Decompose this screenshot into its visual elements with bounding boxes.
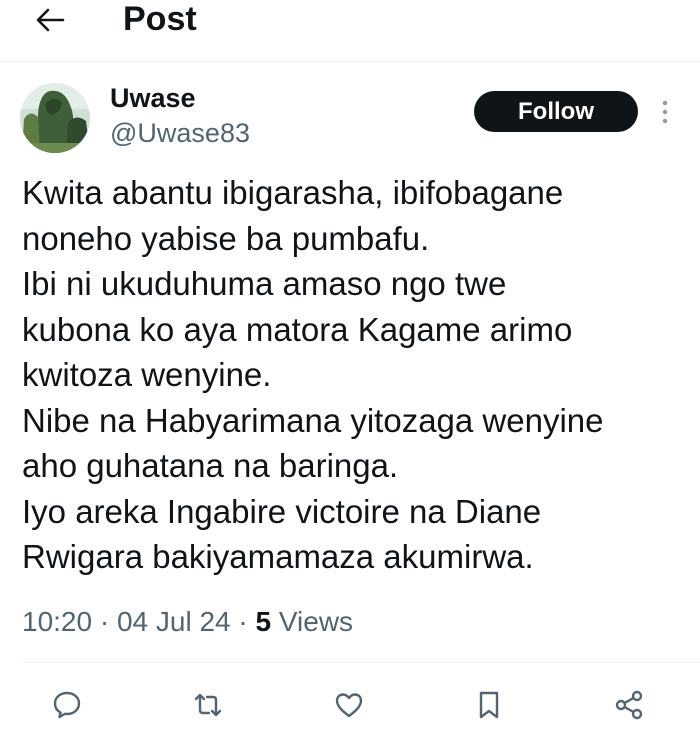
repost-icon[interactable] <box>190 687 226 723</box>
views-label[interactable]: Views <box>279 606 353 637</box>
post-text-line: Rwigara bakiyamamaza akumirwa. <box>22 538 534 575</box>
share-icon[interactable] <box>611 687 647 723</box>
divider <box>22 662 700 663</box>
author-handle[interactable]: @Uwase83 <box>110 117 250 149</box>
meta-separator: · <box>238 606 248 637</box>
post-metadata: 10:20 · 04 Jul 24 · 5 Views <box>22 604 353 640</box>
page-title: Post <box>123 0 197 38</box>
post-time[interactable]: 10:20 <box>22 606 92 637</box>
reply-icon[interactable] <box>49 687 85 723</box>
post-text-line: Kwita abantu ibigarasha, ibifobagane <box>22 174 564 211</box>
post-text-line: Nibe na Habyarimana yitozaga wenyine <box>22 401 604 439</box>
post-date[interactable]: 04 Jul 24 <box>117 606 231 637</box>
bookmark-icon[interactable] <box>471 687 507 723</box>
post-text-line: kwitoza wenyine. <box>22 356 272 393</box>
follow-button[interactable]: Follow <box>474 91 638 132</box>
views-count[interactable]: 5 <box>256 606 272 637</box>
post-text-line: Ibi ni ukuduhuma amaso ngo twe <box>22 265 507 302</box>
more-vertical-icon[interactable] <box>655 96 675 128</box>
post-text-line: noneho yabise ba pumbafu. <box>22 219 430 257</box>
top-bar: Post <box>0 0 700 62</box>
post-text-line: kubona ko aya matora Kagame arimo <box>22 310 573 348</box>
like-icon[interactable] <box>331 687 367 723</box>
avatar[interactable] <box>20 83 90 153</box>
meta-separator: · <box>99 606 110 637</box>
arrow-left-icon[interactable] <box>30 2 70 38</box>
post-text-line: aho guhatana na baringa. <box>22 447 399 484</box>
post-text-line: Iyo areka Ingabire victoire na Diane <box>22 492 542 530</box>
author-name[interactable]: Uwase <box>110 82 196 114</box>
post-text: Kwita abantu ibigarasha, ibifobagane non… <box>22 170 692 580</box>
